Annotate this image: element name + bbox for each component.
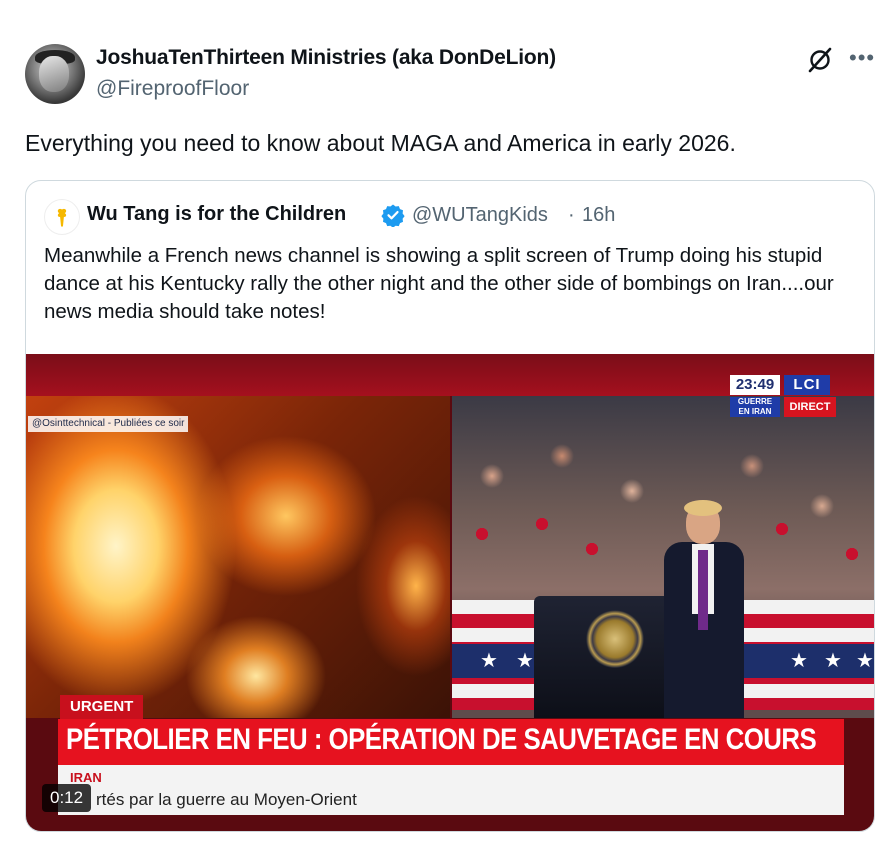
video-player[interactable]: @Osinttechnical - Publiées ce soir ★ ★ ★… [26,354,874,831]
presidential-seal [586,610,644,668]
quoted-timestamp[interactable]: 16h [582,204,615,227]
more-icon[interactable]: ••• [849,47,875,69]
video-duration: 0:12 [42,784,92,812]
speaker-hair [684,500,722,516]
quoted-tweet[interactable]: Wu Tang is for the Children @WUTangKids … [25,180,875,832]
tweet-text: Everything you need to know about MAGA a… [25,130,736,156]
star-icon: ★ [516,650,534,672]
speaker-tie [698,550,708,630]
author-avatar[interactable] [25,44,85,104]
channel-logo: LCI [784,375,830,395]
channel-clock: 23:49 [730,375,780,395]
urgent-tag: URGENT [60,695,144,719]
quoted-avatar[interactable] [44,199,80,235]
quoted-author-name[interactable]: Wu Tang is for the Children [87,203,346,226]
star-icon: ★ [824,650,842,672]
grok-icon[interactable] [806,46,834,74]
quoted-tweet-text: Meanwhile a French news channel is showi… [44,244,834,323]
channel-guerre-tag: GUERRE EN IRAN [730,397,780,417]
ticker-tag: IRAN [70,770,102,785]
video-explosion-frame [26,396,450,718]
ticker-text: rtés par la guerre au Moyen-Orient [96,790,357,809]
author-name[interactable]: JoshuaTenThirteen Ministries (aka DonDeL… [96,46,556,70]
speaker-figure [656,500,746,718]
star-icon: ★ [790,650,808,672]
guerre-line1: GUERRE [737,397,773,406]
tweet: JoshuaTenThirteen Ministries (aka DonDeL… [0,0,882,846]
guerre-line2: EN IRAN [738,407,772,416]
video-source-tag: @Osinttechnical - Publiées ce soir [28,416,189,432]
quoted-author-handle[interactable]: @WUTangKids [412,204,548,227]
star-icon: ★ [856,650,874,672]
star-icon: ★ [480,650,498,672]
author-handle[interactable]: @FireproofFloor [96,77,249,101]
avatar-face-shape [39,56,69,92]
channel-direct-tag: DIRECT [784,397,836,417]
quoted-separator: · [568,204,575,226]
verified-badge-icon [381,204,405,227]
news-headline: PÉTROLIER EN FEU : OPÉRATION DE SAUVETAG… [66,723,817,756]
